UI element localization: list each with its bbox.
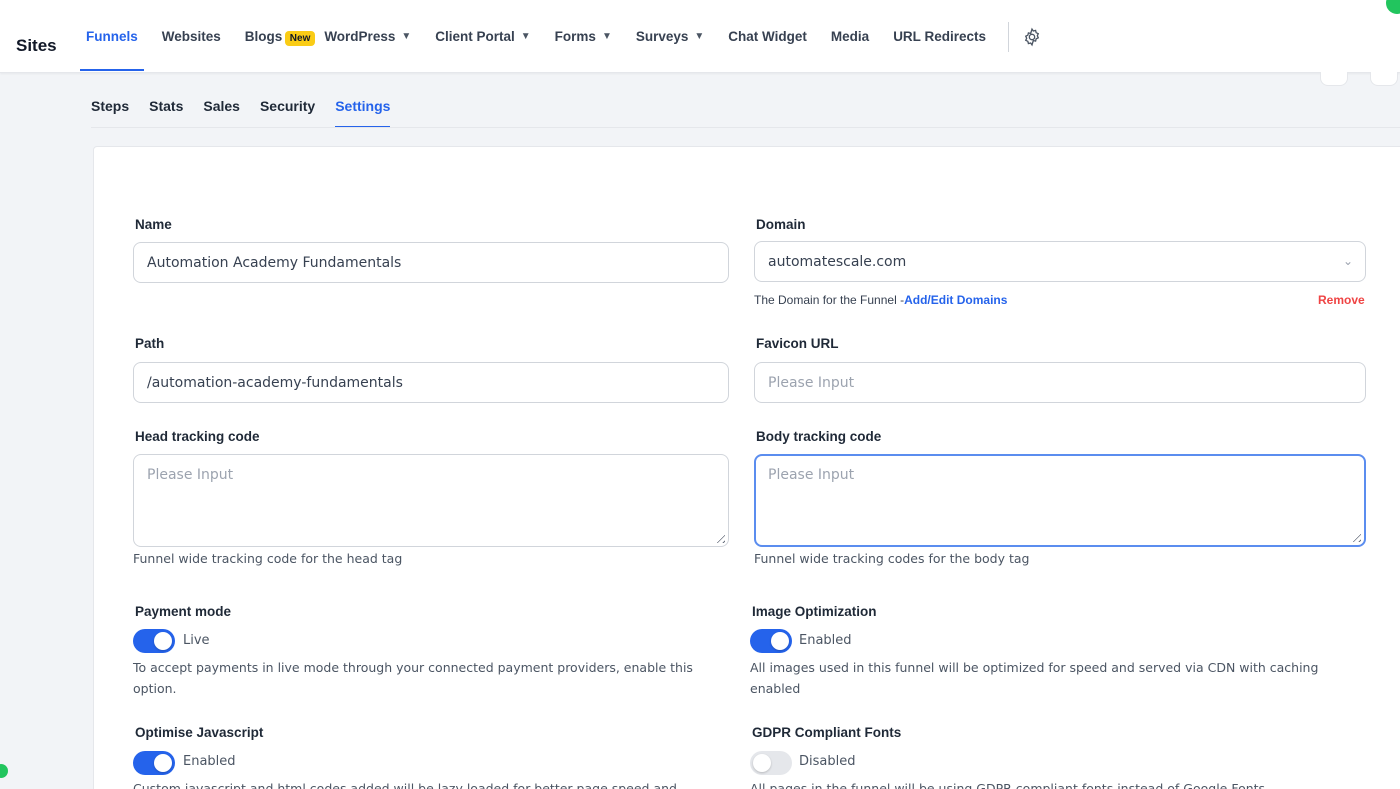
status-dot	[1386, 0, 1400, 14]
subtabs-divider	[91, 127, 1400, 128]
image-optimization-state: Enabled	[799, 633, 852, 648]
nav-client-portal[interactable]: Client Portal ▼	[427, 0, 538, 73]
nav-forms-label: Forms	[554, 29, 596, 44]
nav-chat-widget[interactable]: Chat Widget	[720, 0, 815, 73]
nav-wordpress-label: WordPress	[324, 29, 396, 44]
image-optimization-label: Image Optimization	[752, 604, 877, 619]
gdpr-fonts-toggle[interactable]	[750, 751, 792, 775]
nav-wordpress[interactable]: WordPress ▼	[316, 0, 419, 73]
nav-websites[interactable]: Websites	[154, 0, 229, 73]
nav-client-portal-label: Client Portal	[435, 29, 515, 44]
domain-value: automatescale.com	[768, 253, 907, 270]
body-tracking-placeholder: Please Input	[768, 467, 855, 483]
domain-help: The Domain for the Funnel -Add/Edit Doma…	[754, 293, 1007, 307]
image-optimization-toggle[interactable]	[750, 629, 792, 653]
toggle-knob	[753, 754, 771, 772]
gdpr-fonts-state: Disabled	[799, 754, 856, 769]
tab-settings[interactable]: Settings	[335, 84, 391, 128]
resize-handle[interactable]	[713, 531, 725, 543]
chevron-down-icon: ▼	[401, 31, 412, 42]
optimise-js-label: Optimise Javascript	[135, 725, 264, 740]
chevron-down-icon: ▼	[694, 31, 705, 42]
chevron-down-icon: ▼	[601, 31, 612, 42]
nav-blogs[interactable]: Blogs New	[237, 0, 316, 73]
top-navigation-bar: Sites Funnels Websites Blogs New WordPre…	[0, 0, 1400, 73]
favicon-url-input[interactable]: Please Input	[754, 362, 1366, 403]
chevron-down-icon: ⌄	[1342, 254, 1353, 268]
app-title: Sites	[16, 36, 57, 55]
optimise-js-help: Custom javascript and html codes added w…	[133, 781, 677, 789]
new-badge: New	[284, 31, 316, 46]
body-tracking-help: Funnel wide tracking codes for the body …	[754, 551, 1030, 566]
nav-media-label: Media	[830, 29, 870, 44]
path-label: Path	[135, 336, 165, 351]
funnel-subtabs: Steps Stats Sales Security Settings	[91, 84, 410, 128]
payment-mode-label: Payment mode	[135, 604, 232, 619]
domain-help-text: The Domain for the Funnel -	[754, 293, 905, 307]
toggle-knob	[154, 632, 172, 650]
body-tracking-textarea[interactable]: Please Input	[754, 454, 1366, 547]
payment-mode-toggle[interactable]	[133, 629, 175, 653]
head-tracking-textarea[interactable]: Please Input	[133, 454, 729, 547]
nav-chat-widget-label: Chat Widget	[728, 29, 807, 44]
nav-blogs-label: Blogs	[244, 29, 283, 44]
top-right-control[interactable]	[1370, 72, 1398, 86]
image-optimization-help: All images used in this funnel will be o…	[750, 660, 1319, 696]
name-input[interactable]: Automation Academy Fundamentals	[133, 242, 729, 283]
body-tracking-label: Body tracking code	[756, 429, 882, 444]
nav-surveys[interactable]: Surveys ▼	[628, 0, 712, 73]
gdpr-fonts-label: GDPR Compliant Fonts	[752, 725, 902, 740]
tab-security[interactable]: Security	[260, 84, 315, 128]
nav-surveys-label: Surveys	[635, 29, 689, 44]
nav-media[interactable]: Media	[823, 0, 877, 73]
domain-select[interactable]: automatescale.com ⌄	[754, 241, 1366, 282]
add-edit-domains-link[interactable]: Add/Edit Domains	[904, 293, 1007, 307]
head-tracking-label: Head tracking code	[135, 429, 260, 444]
payment-mode-state: Live	[183, 633, 210, 648]
status-dot	[0, 764, 8, 778]
optimise-js-toggle[interactable]	[133, 751, 175, 775]
nav-funnels-label: Funnels	[86, 29, 138, 44]
tab-steps[interactable]: Steps	[91, 84, 129, 128]
favicon-label: Favicon URL	[756, 336, 839, 351]
toggle-knob	[154, 754, 172, 772]
path-input[interactable]: /automation-academy-fundamentals	[133, 362, 729, 403]
nav-url-redirects[interactable]: URL Redirects	[885, 0, 994, 73]
tab-sales[interactable]: Sales	[203, 84, 240, 128]
payment-mode-help: To accept payments in live mode through …	[133, 660, 693, 696]
name-label: Name	[135, 217, 172, 232]
gear-icon[interactable]	[1017, 22, 1047, 52]
domain-label: Domain	[756, 217, 806, 232]
gdpr-fonts-help: All pages in the funnel will be using GD…	[750, 781, 1266, 789]
main-nav: Funnels Websites Blogs New WordPress ▼ Cl…	[78, 0, 1047, 73]
nav-websites-label: Websites	[161, 29, 221, 44]
head-tracking-placeholder: Please Input	[147, 467, 234, 483]
chevron-down-icon: ▼	[520, 31, 531, 42]
resize-handle[interactable]	[1349, 530, 1361, 542]
head-tracking-help: Funnel wide tracking code for the head t…	[133, 551, 403, 566]
nav-divider	[1007, 21, 1009, 52]
nav-forms[interactable]: Forms ▼	[547, 0, 620, 73]
nav-funnels[interactable]: Funnels	[78, 0, 146, 73]
nav-url-redirects-label: URL Redirects	[893, 29, 986, 44]
remove-domain-link[interactable]: Remove	[1318, 293, 1365, 307]
top-right-control[interactable]	[1320, 72, 1348, 86]
tab-stats[interactable]: Stats	[149, 84, 183, 128]
toggle-knob	[771, 632, 789, 650]
optimise-js-state: Enabled	[183, 754, 236, 769]
